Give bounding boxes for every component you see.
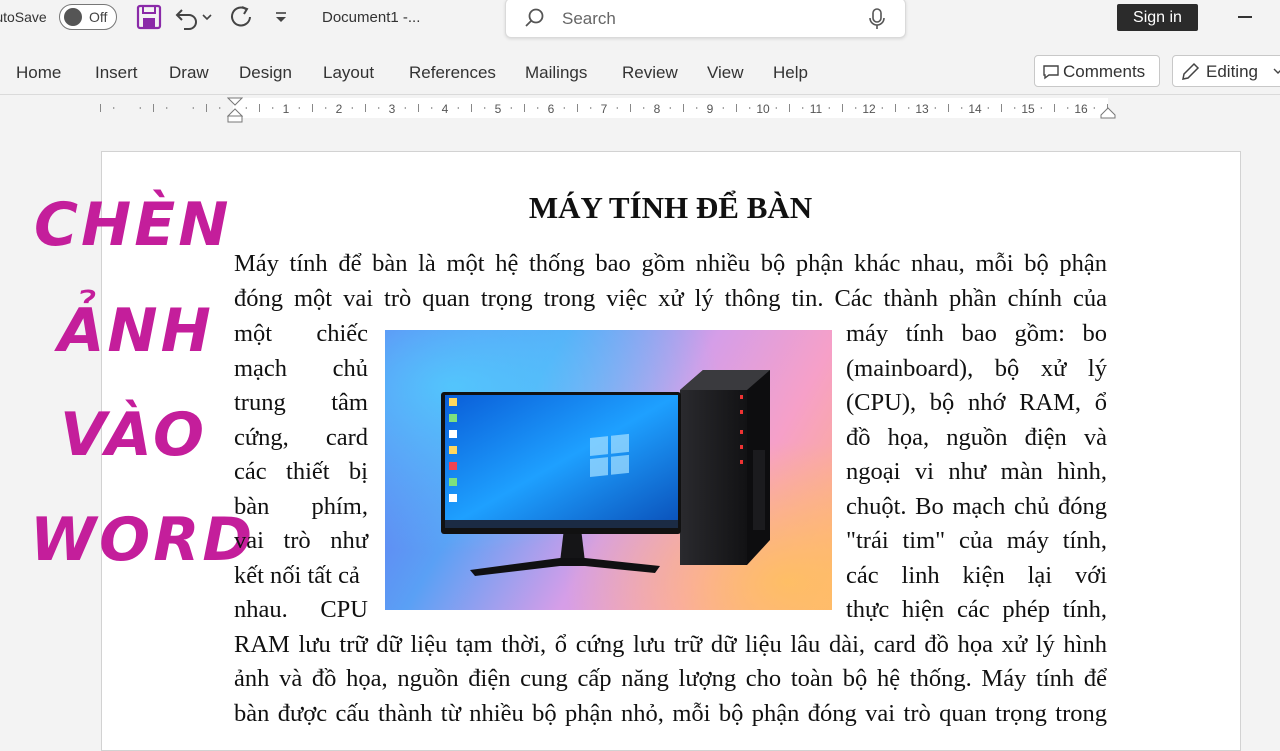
editing-mode-button[interactable]: Editing <box>1172 55 1280 87</box>
indent-marker-icon[interactable] <box>227 97 243 123</box>
ruler-number: 1 <box>283 102 290 116</box>
wrap-right-line[interactable]: thực hiện các phép tính, <box>846 596 1107 624</box>
ruler-number: 12 <box>862 102 876 116</box>
paragraph-line[interactable]: ảnh và đồ họa, nguồn điện cung cấp năng … <box>234 665 1107 693</box>
right-indent-marker-icon[interactable] <box>1100 107 1116 119</box>
wrap-right-line[interactable]: (CPU), bộ nhớ RAM, ổ <box>846 389 1107 417</box>
ruler-number: 2 <box>336 102 343 116</box>
ruler-number: 7 <box>601 102 608 116</box>
wrap-left-line[interactable]: nhau. CPU <box>234 596 368 624</box>
overlay-word-4: WORD <box>30 505 256 575</box>
tab-help[interactable]: Help <box>773 63 808 83</box>
ruler-number: 15 <box>1021 102 1035 116</box>
paragraph-line[interactable]: đóng một vai trò quan trọng trong việc x… <box>234 285 1107 313</box>
minimize-icon[interactable] <box>1238 16 1252 18</box>
ruler-number: 3 <box>389 102 396 116</box>
ruler-number: 10 <box>756 102 770 116</box>
tab-design[interactable]: Design <box>239 63 292 83</box>
autosave-state: Off <box>89 9 108 25</box>
tab-references[interactable]: References <box>409 63 496 83</box>
chevron-down-icon <box>1273 68 1280 74</box>
horizontal-ruler[interactable]: 1 2 3 4 5 6 7 8 9 10 11 12 13 14 15 16 <box>0 97 1280 123</box>
tab-mailings[interactable]: Mailings <box>525 63 587 83</box>
desktop-computer-image <box>385 330 832 610</box>
wrap-left-line[interactable]: mạch chủ <box>234 355 368 383</box>
ribbon-tabs: Home Insert Draw Design Layout Reference… <box>0 50 1280 94</box>
pencil-icon <box>1182 62 1200 80</box>
ruler-number: 13 <box>915 102 929 116</box>
wrap-right-line[interactable]: ngoại vi như màn hình, <box>846 458 1107 486</box>
ribbon-divider <box>0 94 1280 95</box>
ruler-number: 4 <box>442 102 449 116</box>
search-icon <box>525 8 544 27</box>
paragraph-line[interactable]: bàn được cấu thành từ nhiều bộ phận nhỏ,… <box>234 700 1107 728</box>
tab-draw[interactable]: Draw <box>169 63 209 83</box>
ruler-number: 6 <box>548 102 555 116</box>
tab-review[interactable]: Review <box>622 63 678 83</box>
ruler-number: 5 <box>495 102 502 116</box>
overlay-word-2: ẢNH <box>58 296 214 366</box>
comments-button[interactable]: Comments <box>1034 55 1160 87</box>
wrap-left-line[interactable]: các thiết bị <box>234 458 368 486</box>
undo-dropdown-icon[interactable] <box>200 4 214 30</box>
wrap-left-line[interactable]: bàn phím, <box>234 493 368 521</box>
customize-toolbar-icon[interactable] <box>272 4 290 30</box>
wrap-right-line[interactable]: "trái tim" của máy tính, <box>846 527 1107 555</box>
editing-label: Editing <box>1206 62 1258 81</box>
save-icon[interactable] <box>136 4 162 30</box>
wrap-left-line[interactable]: trung tâm <box>234 389 368 417</box>
undo-icon[interactable] <box>174 4 200 30</box>
wrap-right-line[interactable]: các linh kiện lại với <box>846 562 1107 590</box>
document-heading[interactable]: MÁY TÍNH ĐỂ BÀN <box>233 190 1108 226</box>
tab-view[interactable]: View <box>707 63 744 83</box>
autosave-toggle[interactable]: Off <box>59 4 117 30</box>
wrap-left-line[interactable]: vai trò như <box>234 527 368 555</box>
wrap-right-line[interactable]: chuột. Bo mạch chủ đóng <box>846 493 1107 521</box>
ruler-ticks: 1 2 3 4 5 6 7 8 9 10 11 12 13 14 15 16 <box>100 102 1108 116</box>
title-bar: AutoSave Off Document1 -... Search <box>0 0 1280 46</box>
overlay-word-3: VÀO <box>60 400 207 470</box>
search-placeholder: Search <box>562 9 616 28</box>
ruler-number: 11 <box>810 102 823 116</box>
ruler-number: 9 <box>707 102 714 116</box>
wrap-right-line[interactable]: đồ họa, nguồn điện và <box>846 424 1107 452</box>
wrap-left-line[interactable]: kết nối tất cả <box>234 562 368 590</box>
paragraph-line[interactable]: Máy tính để bàn là một hệ thống bao gồm … <box>234 250 1107 278</box>
toggle-knob <box>64 8 82 26</box>
wrap-left-line[interactable]: cứng, card <box>234 424 368 452</box>
overlay-word-1: CHÈN <box>34 190 232 260</box>
sign-in-button[interactable]: Sign in <box>1117 4 1198 31</box>
tab-home[interactable]: Home <box>16 63 61 83</box>
comment-icon <box>1043 65 1059 80</box>
paragraph-line[interactable]: RAM lưu trữ dữ liệu tạm thời, ổ cứng lưu… <box>234 631 1107 659</box>
redo-icon[interactable] <box>228 4 254 30</box>
autosave-label: AutoSave <box>0 9 47 25</box>
ruler-number: 16 <box>1074 102 1088 116</box>
ruler-number: 8 <box>654 102 661 116</box>
ruler-number: 14 <box>968 102 982 116</box>
wrap-right-line[interactable]: (mainboard), bộ xử lý <box>846 355 1107 383</box>
inserted-picture[interactable] <box>385 330 832 610</box>
wrap-left-line[interactable]: một chiếc <box>234 320 368 348</box>
tab-insert[interactable]: Insert <box>95 63 138 83</box>
wrap-right-line[interactable]: máy tính bao gồm: bo <box>846 320 1107 348</box>
microphone-icon[interactable] <box>868 7 886 31</box>
document-title[interactable]: Document1 -... <box>322 9 420 26</box>
search-input[interactable]: Search <box>505 0 906 38</box>
tab-layout[interactable]: Layout <box>323 63 374 83</box>
comments-label: Comments <box>1063 62 1146 81</box>
